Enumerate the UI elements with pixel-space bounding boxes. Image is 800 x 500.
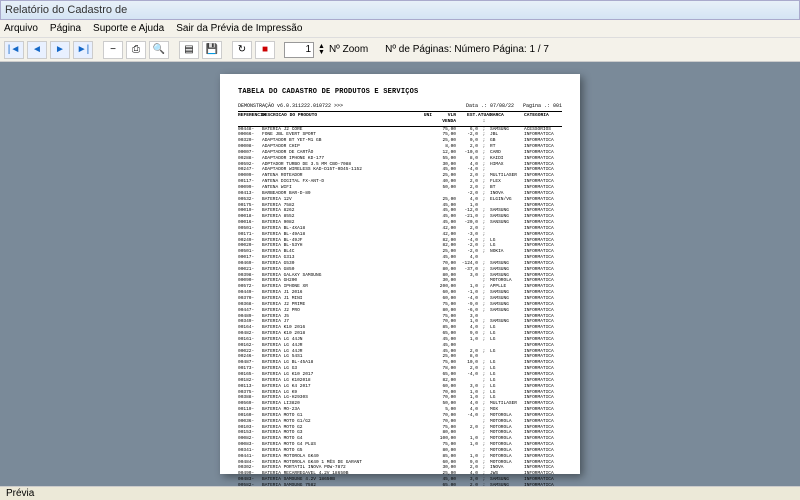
search-button[interactable]: 🔍 xyxy=(149,41,169,59)
menu-sair[interactable]: Sair da Prévia de Impressão xyxy=(176,23,302,34)
nav-last-button[interactable]: ►| xyxy=(73,41,93,59)
toolbar: |◄ ◄ ► ►| − ⎙ 🔍 ▤ 💾 ↻ ■ ▲ ▼ Nº Zoom Nº d… xyxy=(0,38,800,62)
zoom-input[interactable] xyxy=(284,42,314,58)
window-title: Relatório do Cadastro de xyxy=(5,4,127,16)
nav-next-button[interactable]: ► xyxy=(50,41,70,59)
report-rows: 00448-BATERIA J2 CORE75,006,0;SAMSUNGACE… xyxy=(238,127,562,486)
report-page: TABELA DO CADASTRO DE PRODUTOS E SERVIÇO… xyxy=(220,74,580,474)
column-header-row: REFERENCIA DESCRICAO DO PRODUTO UNI VLR … xyxy=(238,112,562,127)
report-title: TABELA DO CADASTRO DE PRODUTOS E SERVIÇO… xyxy=(238,88,562,97)
col-uni: UNI xyxy=(416,113,432,125)
report-version: DEMONSTRAÇÃO v6.0.311222.010722 >>> xyxy=(238,103,343,110)
col-cat: CATEGORIA xyxy=(524,113,562,125)
window-titlebar: Relatório do Cadastro de xyxy=(0,0,800,20)
col-vlr: VLR VENDA xyxy=(432,113,456,125)
preview-viewer[interactable]: TABELA DO CADASTRO DE PRODUTOS E SERVIÇO… xyxy=(0,62,800,486)
nav-prev-button[interactable]: ◄ xyxy=(27,41,47,59)
menubar: Arquivo Página Suporte e Ajuda Sair da P… xyxy=(0,20,800,38)
page-indicator: Nº de Páginas: Número Página: 1 / 7 xyxy=(385,44,549,55)
menu-suporte[interactable]: Suporte e Ajuda xyxy=(93,23,164,34)
col-atual: ATUAL : xyxy=(478,113,490,125)
zoom-out-button[interactable]: − xyxy=(103,41,123,59)
col-marca: MARCA xyxy=(490,113,524,125)
zoom-down-button[interactable]: ▼ xyxy=(318,50,325,56)
menu-arquivo[interactable]: Arquivo xyxy=(4,23,38,34)
col-ref: REFERENCIA xyxy=(238,113,262,125)
save-button[interactable]: 💾 xyxy=(202,41,222,59)
zoom-label: Nº Zoom xyxy=(329,44,368,55)
report-pagenum: Pagina .: 001 xyxy=(523,103,562,109)
status-text: Prévia xyxy=(6,488,34,499)
export-button[interactable]: ▤ xyxy=(179,41,199,59)
col-est: EST. xyxy=(456,113,478,125)
nav-first-button[interactable]: |◄ xyxy=(4,41,24,59)
report-date: Data .: 07/08/22 xyxy=(466,103,514,109)
statusbar: Prévia xyxy=(0,486,800,500)
menu-pagina[interactable]: Página xyxy=(50,23,81,34)
close-button[interactable]: ■ xyxy=(255,41,275,59)
refresh-button[interactable]: ↻ xyxy=(232,41,252,59)
print-button[interactable]: ⎙ xyxy=(126,41,146,59)
col-desc: DESCRICAO DO PRODUTO xyxy=(262,113,416,125)
